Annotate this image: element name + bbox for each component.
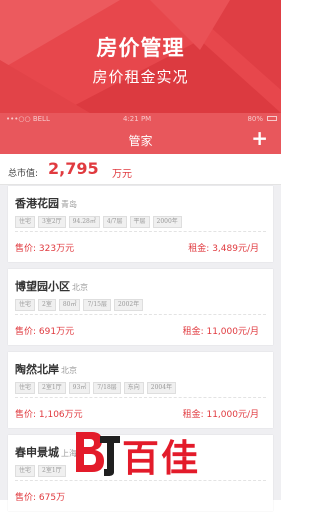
tag-area: 93㎡	[68, 382, 91, 394]
nav-bar: 管家 +	[0, 125, 281, 154]
property-name: 香港花园 青岛	[15, 197, 77, 210]
property-card[interactable]: 博望园小区 北京 住宅 2室 80㎡ 7/15层 2002年 售价: 691万元 …	[8, 269, 273, 345]
hero-banner: 房价管理 房价租金实况	[0, 0, 281, 113]
property-tags: 住宅 3室2厅 94.28㎡ 4/7层 平层 2000年	[15, 216, 182, 228]
hero-title: 房价管理	[96, 36, 185, 60]
tag-area: 80㎡	[58, 299, 81, 311]
sale-price: 售价: 1,106万元	[15, 410, 83, 420]
sale-price: 售价: 323万元	[15, 244, 75, 254]
divider	[15, 231, 266, 232]
tag-floor: 4/7层	[102, 216, 127, 228]
total-value-unit: 万元	[112, 169, 132, 180]
property-city: 青岛	[61, 200, 77, 209]
tag-orientation: 东向	[123, 382, 144, 394]
brand-watermark: 百佳	[70, 428, 270, 480]
tag-area: 94.28㎡	[68, 216, 100, 228]
tag-type: 住宅	[15, 216, 36, 228]
time-label: 4:21 PM	[123, 115, 152, 123]
hero-subtitle: 房价租金实况	[92, 68, 189, 86]
brand-logo-icon	[76, 432, 120, 476]
tag-type: 住宅	[15, 465, 36, 477]
tag-layout: 3室2厅	[38, 216, 66, 228]
property-tags: 住宅 2室1厅	[15, 465, 66, 477]
tag-layout: 2室1厅	[38, 465, 66, 477]
sale-price: 售价: 675万	[15, 493, 66, 503]
nav-title: 管家	[128, 134, 153, 148]
tag-floor: 7/15层	[83, 299, 111, 311]
tag-type: 住宅	[15, 299, 36, 311]
brand-logo-text: 百佳	[122, 437, 200, 480]
carrier-label: •••○○ BELL	[6, 115, 50, 123]
rent-price: 租金: 3,489元/月	[188, 244, 259, 254]
divider	[15, 397, 266, 398]
tag-layout: 2室	[38, 299, 56, 311]
tag-floor: 7/18层	[93, 382, 121, 394]
tag-year: 2002年	[113, 299, 144, 311]
divider	[15, 314, 266, 315]
property-city: 北京	[61, 366, 77, 375]
rent-price: 租金: 11,000元/月	[182, 410, 259, 420]
status-bar: •••○○ BELL 4:21 PM 80%	[0, 113, 281, 125]
property-name: 陶然北岸 北京	[15, 363, 77, 376]
tag-layout: 2室1厅	[38, 382, 66, 394]
tag-year: 2000年	[152, 216, 182, 228]
battery-label: 80%	[247, 115, 263, 123]
battery-icon	[267, 116, 277, 121]
property-card[interactable]: 陶然北岸 北京 住宅 2室1厅 93㎡ 7/18层 东向 2004年 售价: 1,…	[8, 352, 273, 428]
property-name: 博望园小区 北京	[15, 280, 88, 293]
property-card[interactable]: 香港花园 青岛 住宅 3室2厅 94.28㎡ 4/7层 平层 2000年 售价: …	[8, 186, 273, 262]
rent-price: 租金: 11,000元/月	[182, 327, 259, 337]
tag-year: 2004年	[146, 382, 177, 394]
total-value-label: 总市值:	[8, 169, 39, 179]
total-value: 2,795	[48, 159, 99, 178]
property-tags: 住宅 2室 80㎡ 7/15层 2002年	[15, 299, 144, 311]
add-button[interactable]: +	[251, 126, 268, 150]
property-tags: 住宅 2室1厅 93㎡ 7/18层 东向 2004年	[15, 382, 177, 394]
total-value-summary: 总市值: 2,795 万元	[0, 154, 281, 185]
tag-style: 平层	[129, 216, 150, 228]
property-city: 北京	[72, 283, 88, 292]
property-name: 春申景城 上海	[15, 446, 77, 459]
tag-type: 住宅	[15, 382, 36, 394]
sale-price: 售价: 691万元	[15, 327, 75, 337]
